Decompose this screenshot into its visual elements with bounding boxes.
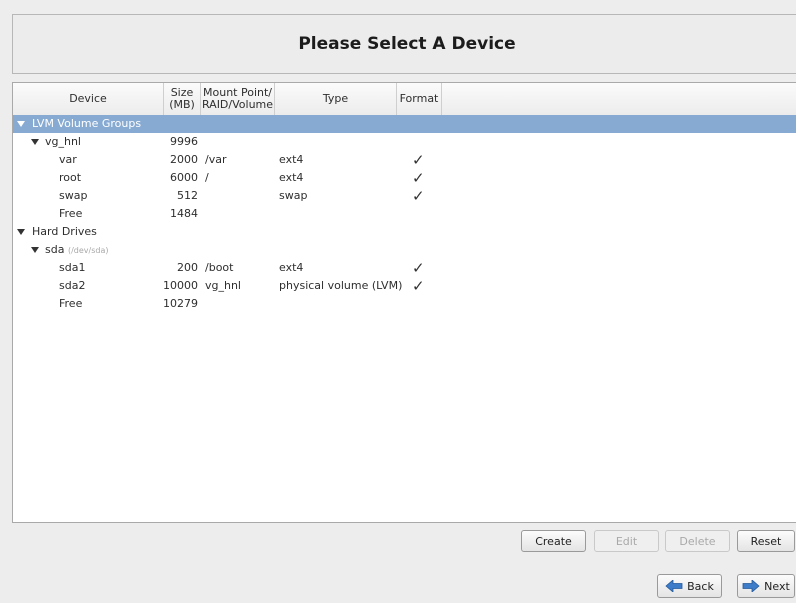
row-mount: / <box>205 171 209 184</box>
create-button[interactable]: Create <box>521 530 586 552</box>
column-mount-point[interactable]: Mount Point/RAID/Volume <box>201 83 275 115</box>
format-check-icon: ✓ <box>412 169 425 187</box>
tree-row-sda2[interactable]: sda2 10000 vg_hnl physical volume (LVM) … <box>13 277 796 295</box>
tree-row-sda1[interactable]: sda1 200 /boot ext4 ✓ <box>13 259 796 277</box>
row-name: Hard Drives <box>32 225 97 238</box>
next-button[interactable]: Next <box>737 574 795 598</box>
row-mount: /var <box>205 153 227 166</box>
tree-row-lvm-volume-groups[interactable]: LVM Volume Groups <box>13 115 796 133</box>
row-mount: vg_hnl <box>205 279 241 292</box>
row-size: 10279 <box>163 297 198 310</box>
column-device-label: Device <box>69 92 107 105</box>
device-tree[interactable]: Device Size (MB) Mount Point/RAID/Volume … <box>12 82 796 523</box>
column-mount-label: Mount Point/RAID/Volume <box>201 86 274 111</box>
delete-button-label: Delete <box>679 534 716 548</box>
format-check-icon: ✓ <box>412 259 425 277</box>
row-mount: /boot <box>205 261 234 274</box>
column-format-label: Format <box>399 92 439 105</box>
tree-row-free-sda[interactable]: Free 10279 <box>13 295 796 313</box>
arrow-left-icon <box>665 580 683 592</box>
row-type: ext4 <box>279 171 304 184</box>
row-type: physical volume (LVM) <box>279 279 403 292</box>
format-check-icon: ✓ <box>412 187 425 205</box>
device-path-hint: (/dev/sda) <box>67 246 109 255</box>
next-button-label: Next <box>764 579 790 593</box>
back-button[interactable]: Back <box>657 574 722 598</box>
triangle-down-icon[interactable] <box>17 229 25 235</box>
create-button-label: Create <box>535 534 572 548</box>
column-type[interactable]: Type <box>275 83 397 115</box>
column-format[interactable]: Format <box>397 83 442 115</box>
title-panel: Please Select A Device <box>12 14 796 74</box>
delete-button[interactable]: Delete <box>665 530 730 552</box>
triangle-down-icon[interactable] <box>17 121 25 127</box>
column-size-label: Size (MB) <box>169 86 195 111</box>
format-check-icon: ✓ <box>412 151 425 169</box>
row-type: ext4 <box>279 153 304 166</box>
format-check-icon: ✓ <box>412 277 425 295</box>
row-size: 2000 <box>170 153 198 166</box>
column-size[interactable]: Size (MB) <box>164 83 201 115</box>
edit-button-label: Edit <box>615 534 638 548</box>
row-type: ext4 <box>279 261 304 274</box>
tree-row-swap[interactable]: swap 512 swap ✓ <box>13 187 796 205</box>
triangle-down-icon[interactable] <box>31 247 39 253</box>
tree-row-free-lvm[interactable]: Free 1484 <box>13 205 796 223</box>
tree-row-root[interactable]: root 6000 / ext4 ✓ <box>13 169 796 187</box>
row-size: 1484 <box>170 207 198 220</box>
tree-row-var[interactable]: var 2000 /var ext4 ✓ <box>13 151 796 169</box>
row-size: 6000 <box>170 171 198 184</box>
row-name: sda (/dev/sda) <box>45 243 109 256</box>
row-size: 200 <box>177 261 198 274</box>
row-size: 10000 <box>163 279 198 292</box>
arrow-right-icon <box>742 580 760 592</box>
page-title: Please Select A Device <box>298 34 516 54</box>
row-name: LVM Volume Groups <box>32 117 142 130</box>
edit-button[interactable]: Edit <box>594 530 659 552</box>
back-button-label: Back <box>687 579 714 593</box>
row-size: 512 <box>177 189 198 202</box>
tree-row-hard-drives[interactable]: Hard Drives <box>13 223 796 241</box>
row-type: swap <box>279 189 308 202</box>
tree-row-sda[interactable]: sda (/dev/sda) <box>13 241 796 259</box>
reset-button-label: Reset <box>750 534 782 548</box>
reset-button[interactable]: Reset <box>737 530 795 552</box>
row-size: 9996 <box>170 135 198 148</box>
column-header: Device Size (MB) Mount Point/RAID/Volume … <box>13 83 796 116</box>
tree-row-vg-hnl[interactable]: vg_hnl 9996 <box>13 133 796 151</box>
column-device[interactable]: Device <box>13 83 164 115</box>
column-type-label: Type <box>322 92 349 105</box>
